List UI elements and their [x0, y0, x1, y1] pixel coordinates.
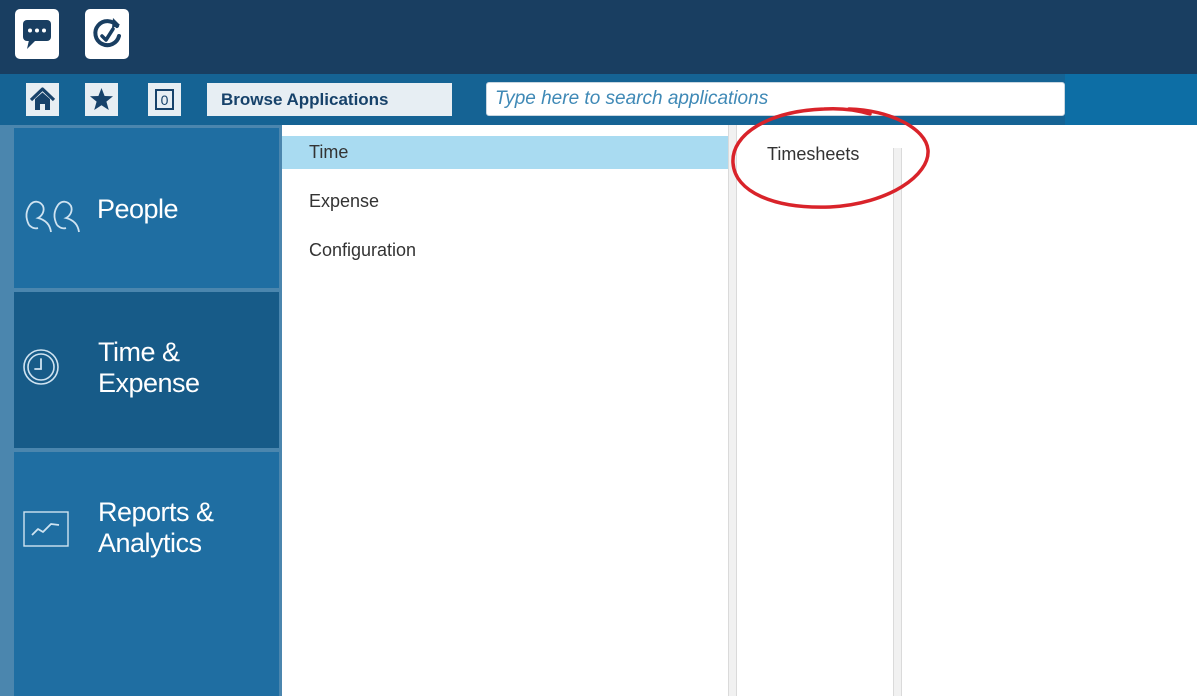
- navbar-right-area: [1065, 74, 1197, 125]
- sidebar-item-reports-analytics[interactable]: Reports & Analytics: [14, 452, 279, 696]
- sidebar-label-reports-line1: Reports &: [98, 497, 214, 527]
- chart-icon: [23, 511, 69, 547]
- browse-applications-button[interactable]: Browse Applications: [207, 83, 452, 116]
- application-item-timesheets[interactable]: Timesheets: [737, 139, 893, 169]
- sidebar-label-time-line2: Expense: [98, 368, 200, 398]
- star-icon: [90, 88, 113, 110]
- sidebar-label-people: People: [97, 194, 179, 224]
- counter-button[interactable]: 0: [148, 83, 181, 116]
- column-divider: [893, 148, 902, 696]
- counter-icon: 0: [155, 89, 174, 110]
- favorites-button[interactable]: [85, 83, 118, 116]
- home-icon: [29, 87, 56, 110]
- chat-button[interactable]: [15, 9, 59, 59]
- counter-value: 0: [161, 92, 169, 108]
- applications-column: Timesheets: [737, 125, 893, 696]
- submenu-item-expense[interactable]: Expense: [282, 185, 728, 218]
- sidebar-item-people[interactable]: People: [14, 128, 279, 288]
- nav-bar: 0 Browse Applications: [0, 74, 1197, 125]
- column-divider: [728, 125, 737, 696]
- chat-bubble-icon: [23, 20, 51, 49]
- refresh-button[interactable]: [85, 9, 129, 59]
- search-applications-input[interactable]: [486, 82, 1065, 116]
- submenu-item-time[interactable]: Time: [282, 136, 728, 169]
- empty-column: [902, 125, 1197, 696]
- clock-icon: [23, 349, 59, 385]
- people-icon: [25, 200, 80, 233]
- sidebar-label-time-line1: Time &: [98, 337, 180, 367]
- category-sidebar: People Time & Expense Reports & Analytic…: [0, 125, 282, 696]
- home-button[interactable]: [26, 83, 59, 116]
- top-bar: [0, 0, 1197, 74]
- submenu-column: Time Expense Configuration: [282, 125, 728, 696]
- refresh-check-icon: [93, 18, 121, 48]
- sidebar-label-reports-line2: Analytics: [98, 528, 202, 558]
- sidebar-item-time-expense[interactable]: Time & Expense: [14, 292, 279, 448]
- submenu-item-configuration[interactable]: Configuration: [282, 234, 728, 267]
